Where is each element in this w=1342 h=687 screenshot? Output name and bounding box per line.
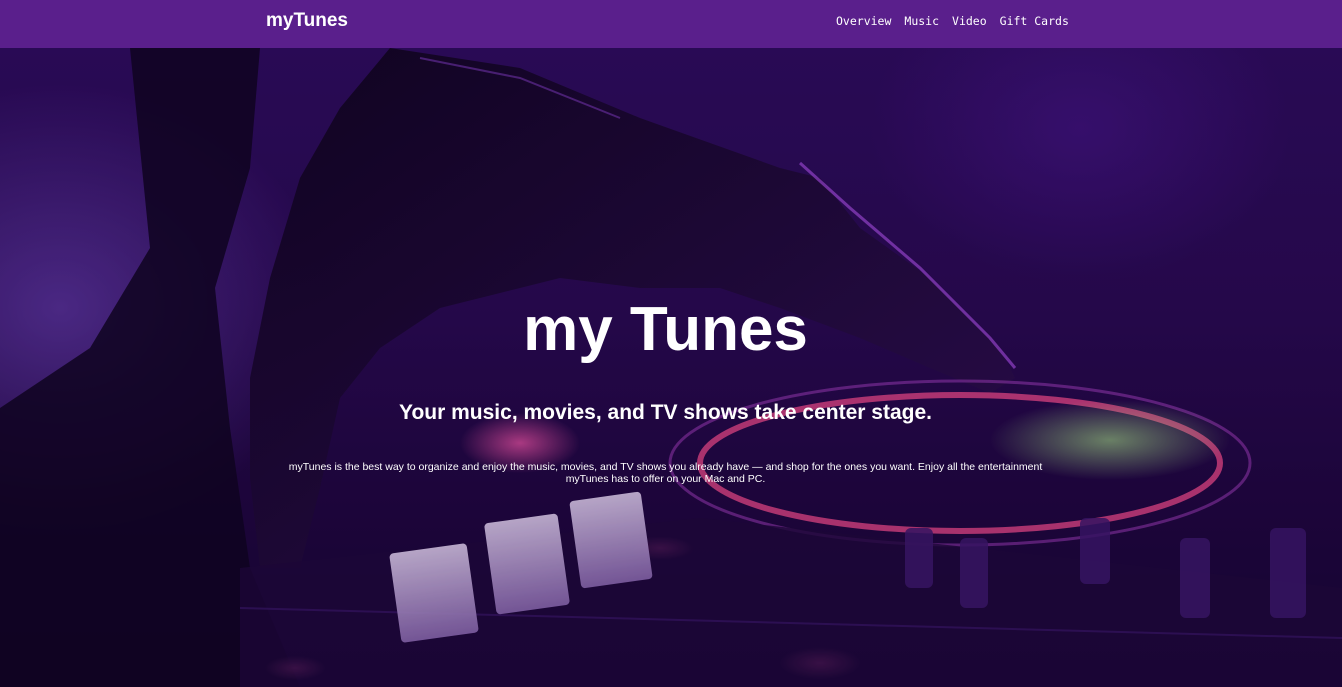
brand-logo-link[interactable]: myTunes [266, 10, 348, 32]
nav-link-gift-cards[interactable]: Gift Cards [1000, 14, 1069, 28]
page: myTunes Overview Music Video Gift Cards [0, 0, 1342, 687]
hero-section: my Tunes Your music, movies, and TV show… [0, 48, 1342, 687]
hero-description: myTunes is the best way to organize and … [288, 461, 1043, 485]
nav-link-music[interactable]: Music [904, 14, 939, 28]
nav-link-video[interactable]: Video [952, 14, 987, 28]
hero-overlay [0, 48, 1342, 687]
hero-subtitle: Your music, movies, and TV shows take ce… [399, 401, 932, 424]
nav-link-overview[interactable]: Overview [836, 14, 891, 28]
top-navbar: myTunes Overview Music Video Gift Cards [0, 0, 1342, 48]
hero-title: my Tunes [523, 295, 808, 364]
nav-links: Overview Music Video Gift Cards [836, 14, 1069, 28]
